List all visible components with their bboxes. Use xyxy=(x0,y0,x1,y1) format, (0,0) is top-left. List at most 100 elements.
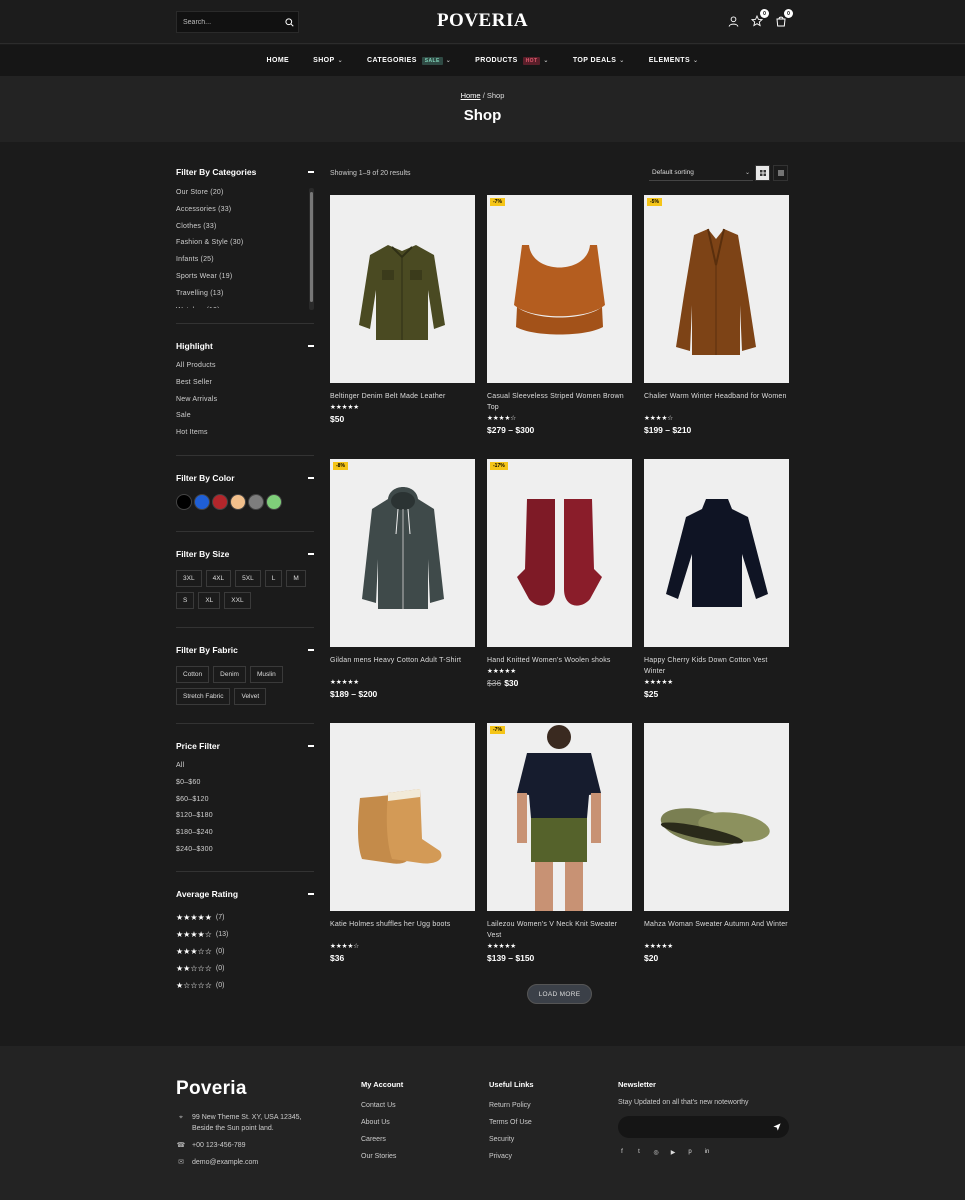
product-name[interactable]: Chalier Warm Winter Headband for Women xyxy=(644,391,789,413)
product-card[interactable]: -7% Casual Sleeveless Striped Women Brown… xyxy=(487,195,632,435)
footer-link[interactable]: Security xyxy=(489,1136,534,1153)
twitter-icon[interactable]: t xyxy=(635,1148,643,1156)
product-name[interactable]: Hand Knitted Women's Woolen shoks xyxy=(487,655,632,666)
filter-chip[interactable]: Cotton xyxy=(176,666,210,683)
footer-email[interactable]: demo@example.com xyxy=(192,1157,258,1168)
rating-filter-option[interactable]: ★★★★☆ (13) xyxy=(176,926,314,943)
categories-scrollbar[interactable] xyxy=(309,188,314,310)
nav-item-top-deals[interactable]: TOP DEALS ⌄ xyxy=(573,57,625,64)
product-image[interactable] xyxy=(644,723,789,911)
filter-option[interactable]: $0–$60 xyxy=(176,778,314,795)
product-name[interactable]: Happy Cherry Kids Down Cotton Vest Winte… xyxy=(644,655,789,677)
footer-link[interactable]: About Us xyxy=(361,1119,403,1136)
product-image[interactable]: -7% xyxy=(487,195,632,383)
filter-option[interactable]: All xyxy=(176,761,314,778)
product-image[interactable] xyxy=(330,723,475,911)
filter-option[interactable]: $60–$120 xyxy=(176,795,314,812)
filter-option[interactable]: Hot Items xyxy=(176,428,314,445)
color-swatch[interactable] xyxy=(194,494,210,510)
collapse-icon[interactable] xyxy=(308,893,314,895)
facebook-icon[interactable]: f xyxy=(618,1148,626,1156)
filter-chip[interactable]: 4XL xyxy=(205,570,232,587)
nav-item-categories[interactable]: CATEGORIES SALE ⌄ xyxy=(367,56,451,65)
nav-item-home[interactable]: HOME xyxy=(267,57,290,64)
send-icon[interactable] xyxy=(773,1123,781,1131)
product-image[interactable]: -8% xyxy=(330,459,475,647)
collapse-icon[interactable] xyxy=(308,745,314,747)
footer-logo[interactable]: Poveria xyxy=(176,1078,247,1100)
load-more-button[interactable]: LOAD MORE xyxy=(527,984,592,1004)
product-name[interactable]: Beltinger Denim Belt Made Leather xyxy=(330,391,475,402)
nav-item-products[interactable]: PRODUCTS HOT ⌄ xyxy=(475,56,549,65)
product-image[interactable] xyxy=(644,459,789,647)
filter-option[interactable]: Infants (25) xyxy=(176,255,314,272)
filter-chip[interactable]: Muslin xyxy=(249,666,283,683)
sort-select[interactable]: Default sorting ⌄ xyxy=(649,165,753,181)
collapse-icon[interactable] xyxy=(308,649,314,651)
rating-filter-option[interactable]: ★★★☆☆ (0) xyxy=(176,943,314,960)
filter-chip[interactable]: 3XL xyxy=(176,570,202,587)
nav-item-elements[interactable]: ELEMENTS ⌄ xyxy=(649,57,699,64)
filter-chip[interactable]: M xyxy=(286,570,306,587)
youtube-icon[interactable]: ▶ xyxy=(669,1148,677,1156)
filter-option[interactable]: Watches (19) xyxy=(176,306,314,308)
site-logo[interactable]: POVERIA xyxy=(0,10,965,32)
product-image[interactable]: -7% xyxy=(487,723,632,911)
rating-filter-option[interactable]: ★★☆☆☆ (0) xyxy=(176,960,314,977)
footer-link[interactable]: Contact Us xyxy=(361,1102,403,1119)
product-card[interactable]: Beltinger Denim Belt Made Leather ★★★★★ $5… xyxy=(330,195,475,424)
color-swatch[interactable] xyxy=(266,494,282,510)
collapse-icon[interactable] xyxy=(308,345,314,347)
nav-item-shop[interactable]: SHOP ⌄ xyxy=(313,57,343,64)
product-card[interactable]: Happy Cherry Kids Down Cotton Vest Winte… xyxy=(644,459,789,699)
rating-filter-option[interactable]: ★☆☆☆☆ (0) xyxy=(176,977,314,994)
rating-filter-option[interactable]: ★★★★★ (7) xyxy=(176,909,314,926)
footer-link[interactable]: Our Stories xyxy=(361,1153,403,1170)
footer-link[interactable]: Privacy xyxy=(489,1153,534,1170)
product-image[interactable]: -17% xyxy=(487,459,632,647)
color-swatch[interactable] xyxy=(212,494,228,510)
product-name[interactable]: Mahza Woman Sweater Autumn And Winter xyxy=(644,919,789,941)
filter-option[interactable]: Sale xyxy=(176,411,314,428)
cart-icon[interactable]: 0 xyxy=(773,9,793,29)
filter-option[interactable]: Clothes (33) xyxy=(176,222,314,239)
footer-link[interactable]: Careers xyxy=(361,1136,403,1153)
color-swatch[interactable] xyxy=(176,494,192,510)
product-card[interactable]: Mahza Woman Sweater Autumn And Winter ★★★… xyxy=(644,723,789,963)
filter-option[interactable]: Best Seller xyxy=(176,378,314,395)
filter-chip[interactable]: L xyxy=(264,570,283,587)
filter-option[interactable]: All Products xyxy=(176,361,314,378)
filter-option[interactable]: $120–$180 xyxy=(176,811,314,828)
filter-chip[interactable]: Velvet xyxy=(234,688,267,705)
pinterest-icon[interactable]: p xyxy=(686,1148,694,1156)
product-name[interactable]: Lailezou Women's V Neck Knit Sweater Ves… xyxy=(487,919,632,941)
linkedin-icon[interactable]: in xyxy=(703,1148,711,1156)
filter-chip[interactable]: XXL xyxy=(224,592,251,609)
product-name[interactable]: Casual Sleeveless Striped Women Brown To… xyxy=(487,391,632,413)
product-name[interactable]: Gildan mens Heavy Cotton Adult T-Shirt xyxy=(330,655,475,677)
filter-option[interactable]: Travelling (13) xyxy=(176,289,314,306)
filter-option[interactable]: Sports Wear (19) xyxy=(176,272,314,289)
footer-link[interactable]: Terms Of Use xyxy=(489,1119,534,1136)
product-image[interactable] xyxy=(330,195,475,383)
filter-chip[interactable]: XL xyxy=(198,592,221,609)
list-view-button[interactable] xyxy=(773,165,788,181)
filter-option[interactable]: Our Store (20) xyxy=(176,188,314,205)
filter-chip[interactable]: S xyxy=(176,592,195,609)
color-swatch[interactable] xyxy=(230,494,246,510)
collapse-icon[interactable] xyxy=(308,171,314,173)
filter-option[interactable]: Accessories (33) xyxy=(176,205,314,222)
product-card[interactable]: -7% Lailezou Women's V Neck Knit Sweater … xyxy=(487,723,632,963)
newsletter-email-input[interactable] xyxy=(618,1116,789,1138)
instagram-icon[interactable]: ◎ xyxy=(652,1148,660,1156)
account-icon[interactable] xyxy=(725,13,741,29)
collapse-icon[interactable] xyxy=(308,477,314,479)
filter-chip[interactable]: 5XL xyxy=(235,570,261,587)
filter-chip[interactable]: Stretch Fabric xyxy=(176,688,231,705)
footer-phone[interactable]: +00 123-456-789 xyxy=(192,1140,246,1151)
grid-view-button[interactable] xyxy=(755,165,770,181)
filter-option[interactable]: Fashion & Style (30) xyxy=(176,238,314,255)
product-name[interactable]: Katie Holmes shuffles her Ugg boots xyxy=(330,919,475,941)
product-card[interactable]: Katie Holmes shuffles her Ugg boots ★★★★☆… xyxy=(330,723,475,963)
wishlist-icon[interactable]: 0 xyxy=(749,9,769,29)
